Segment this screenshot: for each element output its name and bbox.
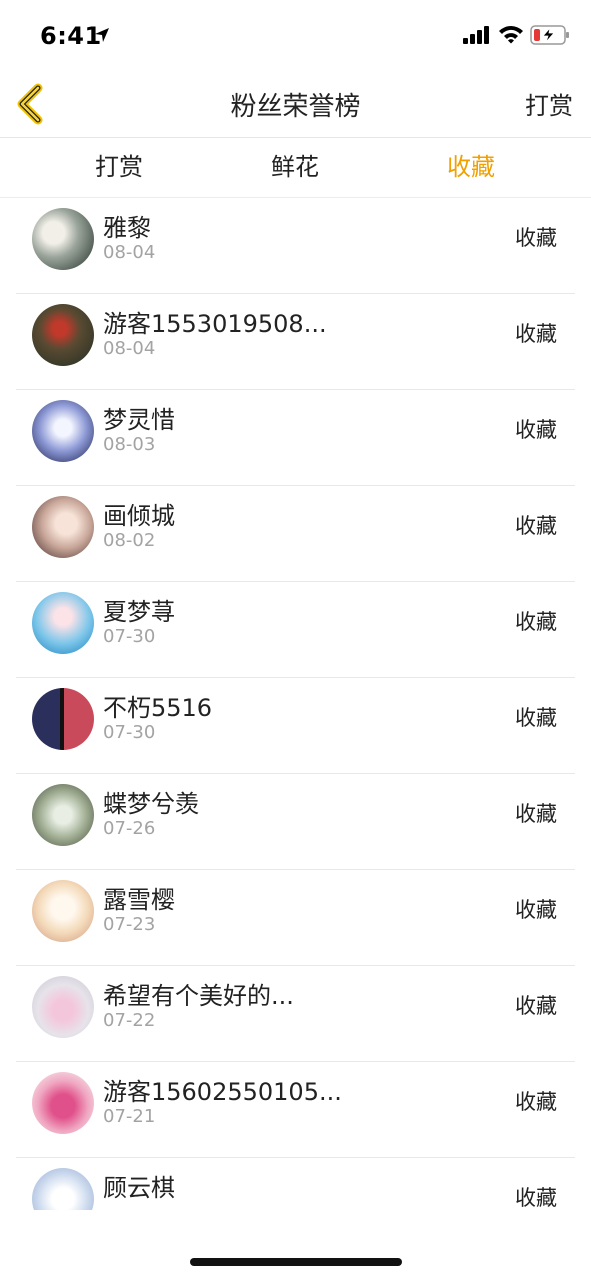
status-bar: 6:41 [0, 0, 591, 72]
fan-date: 07-26 [103, 818, 156, 839]
fan-row[interactable]: 游客1553019508... 08-04 收藏 [16, 294, 575, 390]
location-arrow-icon [95, 28, 109, 42]
fan-action-label: 收藏 [515, 994, 557, 1018]
fan-action-label: 收藏 [515, 706, 557, 730]
fan-action-label: 收藏 [515, 226, 557, 250]
fan-name: 雅黎 [103, 214, 151, 242]
nav-bar: 粉丝荣誉榜 打赏 [0, 72, 591, 138]
fan-action-label: 收藏 [515, 322, 557, 346]
reward-button[interactable]: 打赏 [525, 86, 573, 121]
fan-name: 顾云棋 [103, 1174, 175, 1202]
tab-reward[interactable]: 打赏 [31, 138, 207, 197]
avatar [32, 400, 94, 462]
fan-name: 游客15602550105... [103, 1078, 342, 1106]
fan-list[interactable]: 雅黎 08-04 收藏 游客1553019508... 08-04 收藏 梦灵惜… [0, 198, 591, 1210]
cellular-signal-icon [463, 26, 489, 44]
fan-row[interactable]: 不朽5516 07-30 收藏 [16, 678, 575, 774]
fan-row[interactable]: 画倾城 08-02 收藏 [16, 486, 575, 582]
fan-name: 梦灵惜 [103, 406, 175, 434]
fan-action-label: 收藏 [515, 898, 557, 922]
fan-date: 08-02 [103, 530, 156, 551]
fan-date: 07-22 [103, 1010, 156, 1031]
avatar [32, 304, 94, 366]
status-time: 6:41 [40, 22, 102, 50]
fan-action-label: 收藏 [515, 418, 557, 442]
fan-row[interactable]: 顾云棋 收藏 [16, 1158, 575, 1210]
fan-name: 露雪樱 [103, 886, 175, 914]
fan-row[interactable]: 雅黎 08-04 收藏 [16, 198, 575, 294]
fan-row[interactable]: 露雪樱 07-23 收藏 [16, 870, 575, 966]
avatar [32, 208, 94, 270]
fan-row[interactable]: 梦灵惜 08-03 收藏 [16, 390, 575, 486]
avatar [32, 880, 94, 942]
fan-action-label: 收藏 [515, 1090, 557, 1114]
battery-low-charging-icon [530, 25, 569, 45]
fan-date: 08-04 [103, 242, 156, 263]
fan-date: 08-03 [103, 434, 156, 455]
fan-action-label: 收藏 [515, 802, 557, 826]
avatar [32, 688, 94, 750]
fan-name: 夏梦荨 [103, 598, 175, 626]
fan-action-label: 收藏 [515, 1186, 557, 1210]
fan-date: 08-04 [103, 338, 156, 359]
fan-date: 07-21 [103, 1106, 156, 1127]
fan-date: 07-23 [103, 914, 156, 935]
tab-flowers[interactable]: 鲜花 [207, 138, 383, 197]
avatar [32, 1168, 94, 1210]
fan-name: 希望有个美好的... [103, 982, 294, 1010]
page-title: 粉丝荣誉榜 [230, 92, 361, 122]
screen: 6:41 粉丝荣誉榜 打赏 打赏 鲜花 收藏 雅黎 08-04 收藏 游客155… [0, 0, 591, 1280]
avatar [32, 784, 94, 846]
fan-row[interactable]: 游客15602550105... 07-21 收藏 [16, 1062, 575, 1158]
fan-action-label: 收藏 [515, 610, 557, 634]
home-indicator[interactable] [190, 1258, 402, 1266]
fan-date: 07-30 [103, 626, 156, 647]
fan-row[interactable]: 夏梦荨 07-30 收藏 [16, 582, 575, 678]
avatar [32, 496, 94, 558]
fan-row[interactable]: 蝶梦兮羡 07-26 收藏 [16, 774, 575, 870]
fan-action-label: 收藏 [515, 514, 557, 538]
fan-name: 游客1553019508... [103, 310, 327, 338]
fan-row[interactable]: 希望有个美好的... 07-22 收藏 [16, 966, 575, 1062]
wifi-icon [499, 26, 523, 44]
avatar [32, 976, 94, 1038]
fan-date: 07-30 [103, 722, 156, 743]
fan-name: 画倾城 [103, 502, 175, 530]
tab-bar: 打赏 鲜花 收藏 [0, 138, 591, 198]
avatar [32, 1072, 94, 1134]
tab-collection[interactable]: 收藏 [383, 138, 559, 197]
avatar [32, 592, 94, 654]
fan-name: 不朽5516 [103, 694, 213, 722]
fan-name: 蝶梦兮羡 [103, 790, 199, 818]
